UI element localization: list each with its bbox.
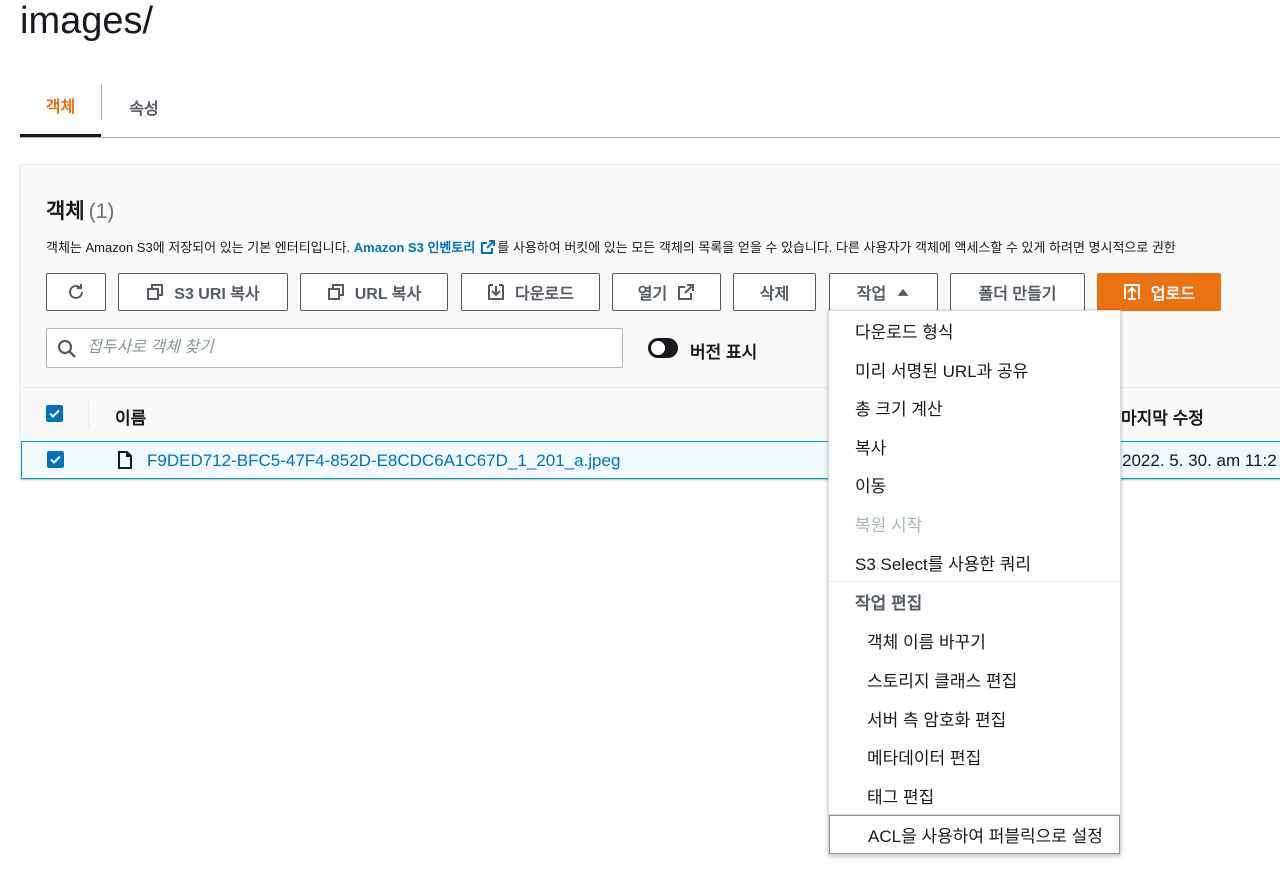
copy-url-label: URL 복사 xyxy=(354,286,422,303)
menu-item-edit-tags[interactable]: 태그 편집 xyxy=(829,776,1120,815)
inventory-link[interactable]: Amazon S3 인벤토리 xyxy=(354,240,476,255)
tab-properties[interactable]: 속성 xyxy=(102,76,186,138)
delete-button[interactable]: 삭제 xyxy=(733,273,816,311)
tab-objects[interactable]: 객체 xyxy=(20,76,101,137)
copy-s3-uri-label: S3 URI 복사 xyxy=(174,286,260,303)
check-icon xyxy=(50,455,61,464)
external-link-icon xyxy=(678,284,695,300)
objects-heading-label: 객체 xyxy=(46,200,85,223)
column-header-last-modified[interactable]: 마지막 수정 xyxy=(1121,404,1204,429)
menu-item-edit-server-side-encryption[interactable]: 서버 측 암호화 편집 xyxy=(829,699,1120,738)
menu-item-make-public-acl[interactable]: ACL을 사용하여 퍼블릭으로 설정 xyxy=(829,815,1120,854)
file-last-modified: 2022. 5. 30. am 11:2 xyxy=(1122,451,1277,470)
objects-heading: 객체 (1) xyxy=(46,195,114,225)
open-button[interactable]: 열기 xyxy=(612,273,721,311)
select-all-checkbox[interactable] xyxy=(46,405,63,422)
menu-item-rename-object[interactable]: 객체 이름 바꾸기 xyxy=(829,621,1120,660)
menu-item-download-as[interactable]: 다운로드 형식 xyxy=(829,311,1120,350)
file-name-link[interactable]: F9DED712-BFC5-47F4-852D-E8CDC6A1C67D_1_2… xyxy=(147,451,620,471)
download-label: 다운로드 xyxy=(515,286,574,303)
column-header-name[interactable]: 이름 xyxy=(115,404,146,429)
actions-label: 작업 xyxy=(856,286,887,303)
external-link-icon[interactable] xyxy=(480,239,496,255)
refresh-icon xyxy=(69,284,83,299)
caret-up-icon xyxy=(897,288,909,296)
create-folder-button[interactable]: 폴더 만들기 xyxy=(950,273,1085,311)
copy-icon xyxy=(147,284,164,300)
create-folder-label: 폴더 만들기 xyxy=(978,286,1057,303)
column-divider xyxy=(88,402,89,428)
show-versions-label: 버전 표시 xyxy=(690,343,758,362)
download-icon xyxy=(488,284,505,300)
menu-item-share-presigned-url[interactable]: 미리 서명된 URL과 공유 xyxy=(829,350,1120,389)
objects-count: (1) xyxy=(88,200,115,223)
objects-description-text: 객체는 Amazon S3에 저장되어 있는 기본 엔터티입니다. xyxy=(46,240,354,255)
upload-icon xyxy=(1123,284,1140,300)
objects-description: 객체는 Amazon S3에 저장되어 있는 기본 엔터티입니다. Amazon… xyxy=(46,237,1176,256)
objects-description-rest: 를 사용하여 버킷에 있는 모든 객체의 목록을 얻을 수 있습니다. 다른 사… xyxy=(497,240,1176,255)
upload-label: 업로드 xyxy=(1150,286,1196,303)
download-button[interactable]: 다운로드 xyxy=(461,273,600,311)
menu-item-edit-storage-class[interactable]: 스토리지 클래스 편집 xyxy=(829,660,1120,699)
check-icon xyxy=(49,409,60,418)
refresh-button[interactable] xyxy=(46,273,106,311)
actions-dropdown-menu: 다운로드 형식 미리 서명된 URL과 공유 총 크기 계산 복사 이동 복원 … xyxy=(828,310,1121,855)
menu-item-copy[interactable]: 복사 xyxy=(829,427,1120,466)
actions-button[interactable]: 작업 xyxy=(829,273,938,311)
page-title: images/ xyxy=(20,0,154,42)
search-icon xyxy=(57,339,76,358)
tab-bar: 객체 속성 xyxy=(20,76,1280,138)
search-input[interactable] xyxy=(87,333,607,363)
upload-button[interactable]: 업로드 xyxy=(1097,273,1221,311)
copy-url-button[interactable]: URL 복사 xyxy=(300,273,448,311)
menu-item-move[interactable]: 이동 xyxy=(829,465,1120,504)
row-checkbox[interactable] xyxy=(47,451,64,468)
menu-item-edit-metadata[interactable]: 메타데이터 편집 xyxy=(829,737,1120,776)
copy-icon xyxy=(327,284,344,300)
menu-group-edit-actions: 작업 편집 xyxy=(855,594,923,613)
search-box xyxy=(46,328,623,368)
menu-item-query-s3-select[interactable]: S3 Select를 사용한 쿼리 xyxy=(829,543,1120,582)
menu-item-calculate-total-size[interactable]: 총 크기 계산 xyxy=(829,388,1120,427)
open-label: 열기 xyxy=(637,286,668,303)
file-icon xyxy=(118,451,132,469)
menu-item-initiate-restore: 복원 시작 xyxy=(855,516,923,535)
copy-s3-uri-button[interactable]: S3 URI 복사 xyxy=(118,273,288,311)
show-versions-toggle[interactable] xyxy=(648,338,678,358)
delete-label: 삭제 xyxy=(759,286,790,303)
